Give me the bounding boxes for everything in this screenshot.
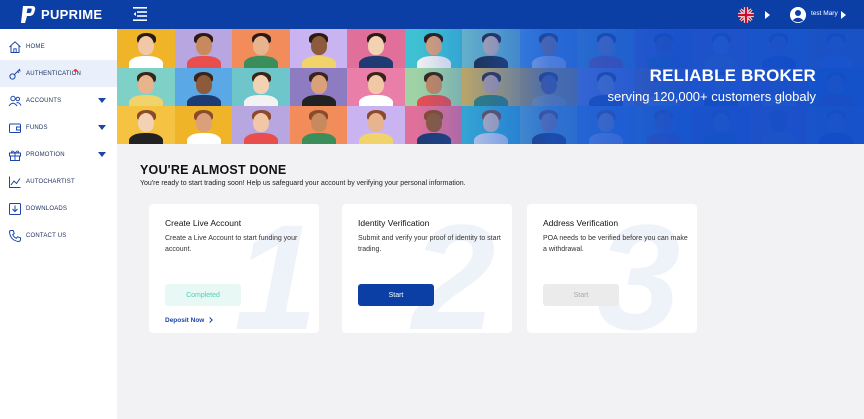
card-description: Submit and verify your proof of identity… [358, 235, 501, 253]
sidebar-item-label: ACCOUNTS [26, 97, 62, 104]
top-bar: PUPRIME test Mary [0, 0, 864, 29]
sidebar-item-label: PROMOTION [26, 151, 65, 158]
card-description: Create a Live Account to start funding y… [165, 235, 298, 253]
card-title: Create Live Account [165, 218, 242, 228]
user-name[interactable]: test Mary [811, 10, 838, 17]
uk-flag-icon[interactable] [738, 7, 754, 23]
chevron-down-icon[interactable] [98, 98, 106, 103]
chevron-down-icon[interactable] [98, 125, 106, 130]
card-title: Address Verification [543, 218, 619, 228]
step-number-watermark: 1 [234, 204, 318, 333]
funds-icon [8, 121, 22, 135]
deposit-now-link[interactable]: Deposit Now [165, 317, 204, 324]
banner-gradient-overlay [117, 29, 864, 144]
sidebar-item-funds[interactable]: FUNDS [0, 114, 117, 141]
sidebar-item-accounts[interactable]: ACCOUNTS [0, 87, 117, 114]
sidebar-item-label: AUTHENTICATION [26, 70, 82, 77]
puprime-logo-icon [20, 5, 36, 24]
start-address-verification-button: Start [543, 284, 619, 306]
sidebar-item-label: AUTOCHARTIST [26, 178, 75, 185]
banner-title: RELIABLE BROKER [649, 66, 816, 85]
sidebar-item-label: FUNDS [26, 124, 48, 131]
step-card-address-verification: 3 Address Verification POA needs to be v… [527, 204, 697, 333]
sidebar-item-downloads[interactable]: DOWNLOADS [0, 195, 117, 222]
language-caret-icon[interactable] [765, 11, 770, 19]
sidebar-item-contact-us[interactable]: CONTACT US [0, 222, 117, 249]
gift-icon [8, 148, 22, 162]
start-identity-verification-button[interactable]: Start [358, 284, 434, 306]
sidebar-item-promotion[interactable]: PROMOTION [0, 141, 117, 168]
notification-dot [74, 69, 77, 72]
key-icon [8, 67, 22, 81]
accounts-icon [8, 94, 22, 108]
card-title: Identity Verification [358, 218, 430, 228]
sidebar: HOME AUTHENTICATION ACCOUNTS FUNDS PROMO… [0, 29, 117, 419]
step-card-identity-verification: 2 Identity Verification Submit and verif… [342, 204, 512, 333]
download-icon [8, 202, 22, 216]
hero-banner: RELIABLE BROKER serving 120,000+ custome… [117, 29, 864, 144]
sidebar-item-home[interactable]: HOME [0, 33, 117, 60]
sidebar-item-autochartist[interactable]: AUTOCHARTIST [0, 168, 117, 195]
sidebar-item-label: HOME [26, 43, 45, 50]
completed-button: Completed [165, 284, 241, 306]
brand-name: PUPRIME [41, 7, 103, 22]
page-title: YOU'RE ALMOST DONE [140, 163, 287, 177]
page-subtitle: You're ready to start trading soon! Help… [140, 180, 466, 187]
sidebar-item-label: CONTACT US [26, 232, 67, 239]
sidebar-item-authentication[interactable]: AUTHENTICATION [0, 60, 117, 87]
chevron-down-icon[interactable] [98, 152, 106, 157]
chevron-right-icon[interactable] [207, 317, 213, 323]
phone-icon [8, 229, 22, 243]
user-avatar-icon[interactable] [790, 7, 806, 23]
brand-logo[interactable]: PUPRIME [20, 5, 102, 24]
sidebar-item-label: DOWNLOADS [26, 205, 68, 212]
user-menu-caret-icon[interactable] [841, 11, 846, 19]
home-icon [8, 40, 22, 54]
step-card-create-live-account: 1 Create Live Account Create a Live Acco… [149, 204, 319, 333]
chart-icon [8, 175, 22, 189]
menu-collapse-icon[interactable] [133, 7, 151, 21]
banner-subtitle: serving 120,000+ customers globaly [607, 89, 816, 104]
card-description: POA needs to be verified before you can … [543, 235, 688, 253]
